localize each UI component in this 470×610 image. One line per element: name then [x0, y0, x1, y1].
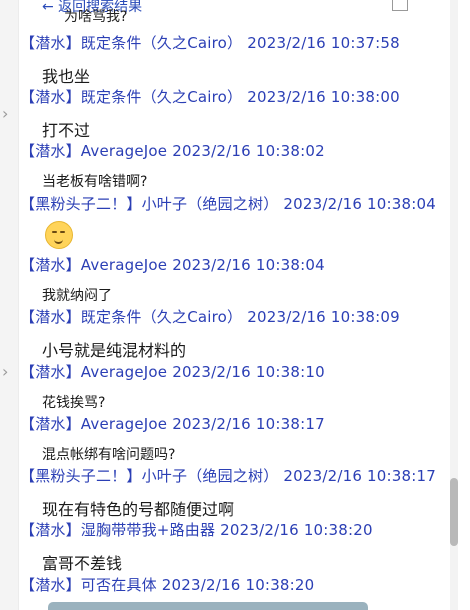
message-text: 花钱挨骂?: [42, 395, 106, 411]
message-header: 【黑粉头子二！】小叶子（绝园之树） 2023/2/16 10:38:04: [20, 195, 437, 213]
message-header: 【潜水】AverageJoe 2023/2/16 10:38:02: [20, 142, 325, 160]
chevron-right-icon[interactable]: ›: [2, 104, 8, 123]
scrollbar-thumb[interactable]: [450, 478, 458, 546]
message: 【潜水】既定条件（久之Cairo） 2023/2/16 10:38:09 小号就…: [20, 306, 450, 361]
message-header: 【潜水】可否在具体 2023/2/16 10:38:20: [20, 576, 315, 594]
message: 【潜水】可否在具体 2023/2/16 10:38:20: [20, 574, 450, 595]
message-text: 富哥不差钱: [42, 554, 123, 573]
restore-icon[interactable]: [392, 0, 408, 11]
relieved-face-emoji-icon: [45, 221, 73, 249]
left-panel-edge: › ›: [0, 0, 19, 610]
message-header: 【潜水】湿胸带带我+路由器 2023/2/16 10:38:20: [20, 521, 373, 539]
message: 【潜水】AverageJoe 2023/2/16 10:38:02 当老板有啥错…: [20, 140, 450, 191]
message: 【潜水】既定条件（久之Cairo） 2023/2/16 10:38:00 打不过: [20, 86, 450, 141]
message-text: 小号就是纯混材料的: [42, 341, 187, 360]
message-header: 【潜水】既定条件（久之Cairo） 2023/2/16 10:38:09: [20, 308, 400, 326]
message: 【潜水】AverageJoe 2023/2/16 10:38:10 花钱挨骂?: [20, 361, 450, 412]
message-text: 为啥骂我?: [64, 9, 128, 25]
message-header: 【黑粉头子二！】小叶子（绝园之树） 2023/2/16 10:38:17: [20, 467, 437, 485]
message-text: 我也坐: [42, 67, 91, 86]
chevron-right-icon[interactable]: ›: [2, 362, 8, 381]
message-text: 混点帐绑有啥问题吗?: [42, 447, 176, 463]
message-header: 【潜水】既定条件（久之Cairo） 2023/2/16 10:37:58: [20, 34, 400, 52]
message: 【潜水】AverageJoe 2023/2/16 10:38:17 混点帐绑有啥…: [20, 413, 450, 464]
message: 【黑粉头子二！】小叶子（绝园之树） 2023/2/16 10:38:17 现在有…: [20, 465, 450, 520]
message: 【潜水】AverageJoe 2023/2/16 10:38:04 我就纳闷了: [20, 254, 450, 305]
message: 【潜水】既定条件（久之Cairo） 2023/2/16 10:37:58 我也坐: [20, 32, 450, 87]
message: 【黑粉头子二！】小叶子（绝园之树） 2023/2/16 10:38:04: [20, 193, 450, 249]
bottom-panel-edge: [48, 602, 368, 610]
message-header: 【潜水】AverageJoe 2023/2/16 10:38:10: [20, 363, 325, 381]
message-text: 现在有特色的号都随便过啊: [42, 500, 235, 519]
message-header: 【潜水】AverageJoe 2023/2/16 10:38:17: [20, 415, 325, 433]
message-text: 打不过: [42, 121, 91, 140]
message-text: 当老板有啥错啊?: [42, 174, 148, 190]
message-text: 我就纳闷了: [42, 288, 112, 304]
chat-history-panel[interactable]: ← 返回搜索结果 为啥骂我? 【潜水】既定条件（久之Cairo） 2023/2/…: [20, 0, 450, 610]
message-header: 【潜水】AverageJoe 2023/2/16 10:38:04: [20, 256, 325, 274]
message-header: 【潜水】既定条件（久之Cairo） 2023/2/16 10:38:00: [20, 88, 400, 106]
message: 【潜水】湿胸带带我+路由器 2023/2/16 10:38:20 富哥不差钱: [20, 519, 450, 574]
